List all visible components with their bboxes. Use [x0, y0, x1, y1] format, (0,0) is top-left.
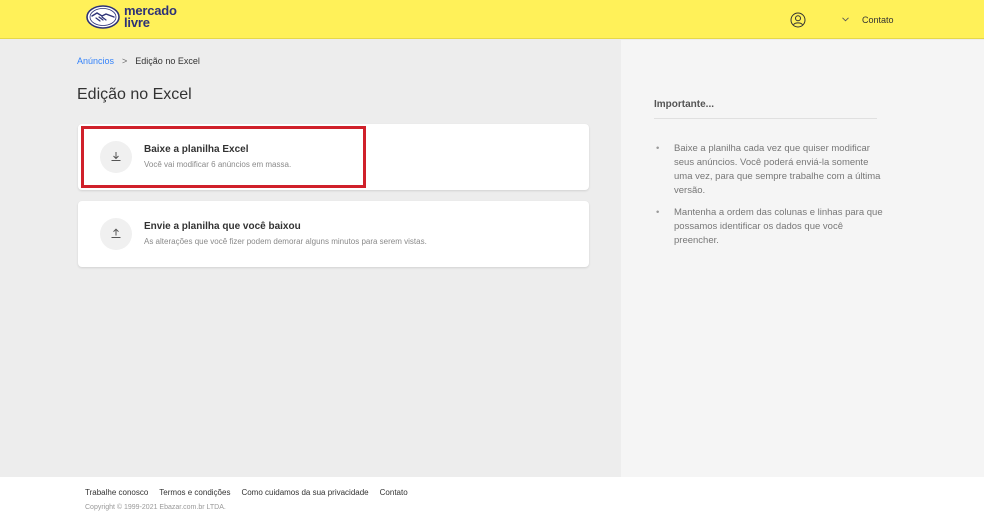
sidebar-title: Importante... [654, 99, 715, 110]
chevron-down-icon[interactable] [842, 17, 849, 22]
sidebar-divider [654, 118, 877, 119]
upload-spreadsheet-card[interactable]: Envie a planilha que você baixou As alte… [78, 201, 589, 267]
sidebar-tips-list: Baixe a planilha cada vez que quiser mod… [654, 142, 884, 256]
list-item: Baixe a planilha cada vez que quiser mod… [654, 142, 884, 198]
list-item: Mantenha a ordem das colunas e linhas pa… [654, 206, 884, 248]
copyright-text: Copyright © 1999-2021 Ebazar.com.br LTDA… [85, 504, 226, 511]
header-bar: mercado livre Contato [0, 0, 984, 39]
breadcrumb-current: Edição no Excel [135, 56, 200, 66]
info-sidebar: Importante... Baixe a planilha cada vez … [621, 40, 984, 477]
footer-link-privacidade[interactable]: Como cuidamos da sua privacidade [241, 488, 368, 497]
handshake-logo-icon [86, 5, 120, 29]
upload-icon [100, 218, 132, 250]
card-title: Envie a planilha que você baixou [144, 221, 301, 232]
footer-link-termos[interactable]: Termos e condições [159, 488, 230, 497]
download-spreadsheet-card[interactable]: Baixe a planilha Excel Você vai modifica… [78, 124, 589, 190]
logo-wordmark: mercado livre [124, 4, 177, 30]
breadcrumb: Anúncios > Edição no Excel [77, 56, 200, 66]
page-title: Edição no Excel [77, 86, 192, 103]
user-circle-icon[interactable] [790, 12, 806, 28]
card-description: As alterações que você fizer podem demor… [144, 237, 427, 246]
footer: Trabalhe conosco Termos e condições Como… [0, 477, 984, 517]
breadcrumb-separator-icon: > [122, 56, 128, 66]
contact-link[interactable]: Contato [862, 15, 894, 25]
breadcrumb-anuncios-link[interactable]: Anúncios [77, 56, 114, 66]
footer-links: Trabalhe conosco Termos e condições Como… [85, 488, 419, 497]
highlight-box [81, 126, 366, 188]
footer-link-trabalhe-conosco[interactable]: Trabalhe conosco [85, 488, 148, 497]
footer-link-contato[interactable]: Contato [380, 488, 408, 497]
logo-text-line2: livre [124, 15, 150, 30]
main-content: Anúncios > Edição no Excel Edição no Exc… [0, 40, 621, 477]
mercado-livre-logo[interactable]: mercado livre [86, 4, 177, 30]
